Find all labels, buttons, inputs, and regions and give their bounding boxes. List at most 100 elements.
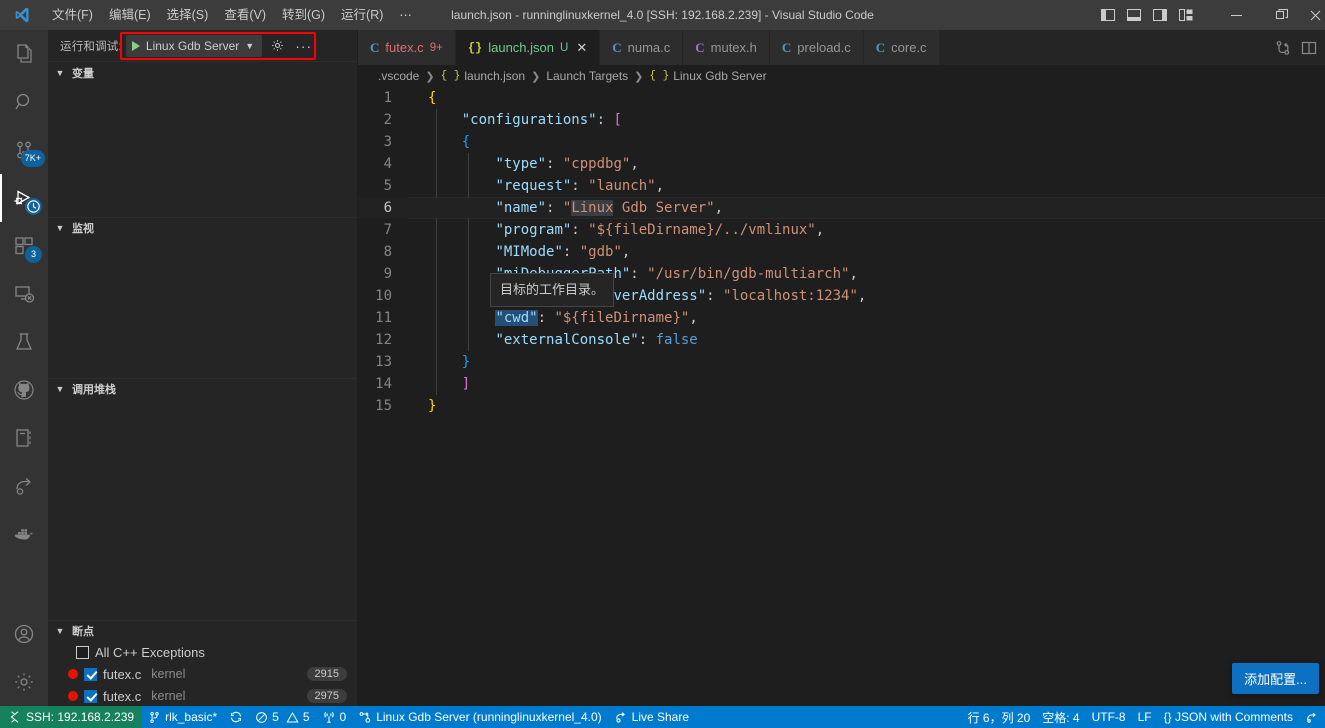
code-line[interactable]: 12 "externalConsole": false (358, 329, 1325, 351)
customize-layout-icon[interactable] (1173, 0, 1199, 30)
status-ports[interactable]: 0 (316, 706, 353, 728)
more-actions-icon[interactable]: ··· (295, 38, 312, 54)
panel-call-stack-body[interactable] (48, 399, 357, 619)
activity-remote-explorer[interactable] (0, 270, 48, 318)
toggle-primary-sidebar-icon[interactable] (1095, 0, 1121, 30)
menu-run[interactable]: 运行(R) (333, 0, 391, 30)
run-or-debug-icon[interactable] (1275, 40, 1291, 56)
start-debugging-play-icon[interactable] (132, 41, 140, 51)
activity-accounts[interactable] (0, 610, 48, 658)
breakpoint-checkbox[interactable] (76, 646, 89, 659)
breadcrumb[interactable]: .vscode ❯ { } launch.json ❯ Launch Targe… (358, 65, 1325, 87)
launch-configuration-dropdown[interactable]: Linux Gdb Server ▼ (126, 35, 262, 57)
close-button[interactable] (1305, 0, 1325, 30)
tab-core-c[interactable]: C core.c (864, 30, 940, 65)
table-row[interactable]: futex.c kernel 2915 (48, 663, 357, 685)
activity-settings[interactable] (0, 658, 48, 706)
menu-more[interactable]: ⋯ (391, 0, 420, 30)
menu-view[interactable]: 查看(V) (216, 0, 274, 30)
chevron-down-icon[interactable]: ▼ (52, 626, 68, 636)
status-sync[interactable] (223, 706, 249, 728)
status-feedback[interactable] (1299, 706, 1325, 728)
code-line[interactable]: 3 { (358, 131, 1325, 153)
table-row[interactable]: futex.c kernel 2975 (48, 685, 357, 706)
debug-configure-gear-icon[interactable] (270, 38, 285, 53)
breakpoint-checkbox[interactable] (84, 690, 97, 703)
status-remote-ssh[interactable]: SSH: 192.168.2.239 (0, 706, 142, 728)
panel-variables-header[interactable]: ▼ 变量 (48, 61, 357, 83)
code-line[interactable]: 4 "type": "cppdbg", (358, 153, 1325, 175)
tab-futex-c[interactable]: C futex.c 9+ (358, 30, 456, 65)
status-indentation[interactable]: 空格: 4 (1036, 706, 1085, 728)
chevron-down-icon[interactable]: ▼ (245, 41, 254, 51)
status-eol[interactable]: LF (1132, 706, 1158, 728)
breakpoint-checkbox[interactable] (84, 668, 97, 681)
code-editor[interactable]: 1 { 2 "configurations": [ 3 { 4 "type": … (358, 87, 1325, 706)
activity-bar[interactable]: 7K+ 3 (0, 30, 48, 706)
status-language-mode[interactable]: {} JSON with Comments (1158, 706, 1299, 728)
status-errors-warnings[interactable]: 5 5 (249, 706, 315, 728)
tab-preload-c[interactable]: C preload.c (770, 30, 864, 65)
minimize-button[interactable] (1213, 0, 1259, 30)
breadcrumb-item-3[interactable]: Linux Gdb Server (673, 69, 766, 83)
activity-explorer[interactable] (0, 30, 48, 78)
status-live-share[interactable]: Live Share (608, 706, 695, 728)
editor-tabs[interactable]: C futex.c 9+ {} launch.json U ✕ C numa.c… (358, 30, 1325, 65)
activity-run-and-debug[interactable] (0, 174, 48, 222)
code-line[interactable]: 1 { (358, 87, 1325, 109)
menu-selection[interactable]: 选择(S) (159, 0, 217, 30)
panel-watch-body[interactable] (48, 238, 357, 378)
tab-launch-json[interactable]: {} launch.json U ✕ (456, 30, 600, 65)
editor-actions[interactable] (1275, 30, 1325, 65)
tab-mutex-h[interactable]: C mutex.h (683, 30, 770, 65)
code-line[interactable]: 11 "cwd": "${fileDirname}", (358, 307, 1325, 329)
menu-edit[interactable]: 编辑(E) (101, 0, 159, 30)
titlebar-actions[interactable] (1095, 0, 1325, 30)
menubar[interactable]: 文件(F) 编辑(E) 选择(S) 查看(V) 转到(G) 运行(R) ⋯ (44, 0, 420, 30)
panel-call-stack-header[interactable]: ▼ 调用堆栈 (48, 378, 357, 400)
launch-configuration-label: Linux Gdb Server (146, 39, 239, 53)
code-line[interactable]: 5 "request": "launch", (358, 175, 1325, 197)
chevron-down-icon[interactable]: ▼ (52, 223, 68, 233)
code-line[interactable]: 13 } (358, 351, 1325, 373)
breadcrumb-item-0[interactable]: .vscode (378, 69, 419, 83)
add-configuration-button[interactable]: 添加配置... (1232, 663, 1319, 694)
restore-button[interactable] (1259, 0, 1305, 30)
split-editor-icon[interactable] (1301, 40, 1317, 56)
chevron-down-icon[interactable]: ▼ (52, 68, 68, 78)
activity-notebook[interactable] (0, 414, 48, 462)
activity-source-control[interactable]: 7K+ (0, 126, 48, 174)
status-cursor-position[interactable]: 行 6，列 20 (962, 706, 1037, 728)
toggle-panel-icon[interactable] (1121, 0, 1147, 30)
status-bar[interactable]: SSH: 192.168.2.239 rlk_basic* 5 5 0 Linu… (0, 706, 1325, 728)
panel-breakpoints-body[interactable]: All C++ Exceptions futex.c kernel 2915 f… (48, 641, 357, 706)
breadcrumb-item-2[interactable]: Launch Targets (546, 69, 628, 83)
status-bar-right[interactable]: 行 6，列 20 空格: 4 UTF-8 LF {} JSON with Com… (962, 706, 1325, 728)
activity-extensions[interactable]: 3 (0, 222, 48, 270)
breadcrumb-item-1[interactable]: launch.json (464, 69, 525, 83)
code-line-current[interactable]: 6 "name": "Linux Gdb Server", (358, 197, 1325, 219)
panel-watch-header[interactable]: ▼ 监视 (48, 217, 357, 239)
status-debug-target[interactable]: Linux Gdb Server (runninglinuxkernel_4.0… (352, 706, 607, 728)
menu-file[interactable]: 文件(F) (44, 0, 101, 30)
code-line[interactable]: 8 "MIMode": "gdb", (358, 241, 1325, 263)
breakpoint-row-exceptions[interactable]: All C++ Exceptions (48, 641, 357, 663)
close-icon[interactable]: ✕ (576, 40, 587, 56)
activity-docker[interactable] (0, 510, 48, 558)
toggle-secondary-sidebar-icon[interactable] (1147, 0, 1173, 30)
activity-testing[interactable] (0, 318, 48, 366)
panel-variables-body[interactable] (48, 83, 357, 217)
chevron-down-icon[interactable]: ▼ (52, 384, 68, 394)
status-encoding[interactable]: UTF-8 (1086, 706, 1132, 728)
code-line[interactable]: 2 "configurations": [ (358, 109, 1325, 131)
menu-go[interactable]: 转到(G) (274, 0, 333, 30)
panel-breakpoints-header[interactable]: ▼ 断点 (48, 620, 357, 642)
activity-live-share[interactable] (0, 462, 48, 510)
tab-numa-c[interactable]: C numa.c (600, 30, 683, 65)
status-branch[interactable]: rlk_basic* (142, 706, 223, 728)
code-line[interactable]: 14 ] (358, 373, 1325, 395)
code-line[interactable]: 7 "program": "${fileDirname}/../vmlinux"… (358, 219, 1325, 241)
activity-search[interactable] (0, 78, 48, 126)
activity-github[interactable] (0, 366, 48, 414)
code-line[interactable]: 15 } (358, 395, 1325, 417)
